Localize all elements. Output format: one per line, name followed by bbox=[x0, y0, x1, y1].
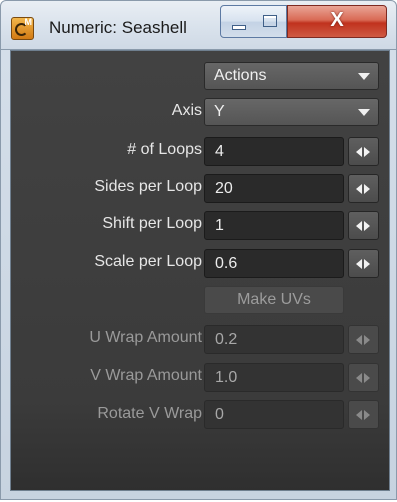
close-icon: X bbox=[330, 9, 344, 31]
app-icon-letter: M bbox=[24, 17, 33, 27]
v-wrap-label: V Wrap Amount bbox=[90, 367, 202, 384]
increment-arrow-icon bbox=[364, 184, 370, 194]
decrement-arrow-icon bbox=[356, 184, 362, 194]
increment-arrow-icon bbox=[364, 335, 370, 345]
loops-label: # of Loops bbox=[127, 141, 202, 158]
lightwave-modeler-icon[interactable]: M bbox=[11, 17, 34, 40]
maximize-button[interactable] bbox=[253, 5, 287, 38]
make-uvs-button[interactable]: Make UVs bbox=[204, 286, 344, 314]
window-title: Numeric: Seashell bbox=[49, 18, 187, 37]
loops-input[interactable]: 4 bbox=[204, 137, 344, 166]
scale-input[interactable]: 0.6 bbox=[204, 249, 344, 278]
v-wrap-stepper[interactable] bbox=[348, 363, 379, 392]
window-body: Actions Axis Y # of Loops 4 Sides per Lo… bbox=[0, 50, 397, 500]
loops-stepper[interactable] bbox=[348, 137, 379, 166]
u-wrap-stepper[interactable] bbox=[348, 325, 379, 354]
decrement-arrow-icon bbox=[356, 221, 362, 231]
rotate-v-value: 0 bbox=[215, 406, 224, 423]
actions-dropdown[interactable]: Actions bbox=[204, 62, 379, 90]
increment-arrow-icon bbox=[364, 147, 370, 157]
u-wrap-label: U Wrap Amount bbox=[89, 329, 202, 346]
rotate-v-stepper[interactable] bbox=[348, 400, 379, 429]
axis-value: Y bbox=[214, 103, 225, 120]
increment-arrow-icon bbox=[364, 221, 370, 231]
numeric-seashell-window: M Numeric: Seashell X Actions Axis Y # o… bbox=[0, 0, 397, 500]
axis-dropdown[interactable]: Y bbox=[204, 98, 379, 126]
sides-value: 20 bbox=[215, 180, 233, 197]
title-bar[interactable]: M Numeric: Seashell X bbox=[0, 0, 397, 50]
minimize-icon bbox=[232, 25, 246, 30]
axis-label: Axis bbox=[171, 102, 202, 119]
decrement-arrow-icon bbox=[356, 410, 362, 420]
minimize-button[interactable] bbox=[220, 5, 254, 38]
shift-input[interactable]: 1 bbox=[204, 211, 344, 240]
decrement-arrow-icon bbox=[356, 335, 362, 345]
decrement-arrow-icon bbox=[356, 259, 362, 269]
scale-stepper[interactable] bbox=[348, 249, 379, 278]
sides-stepper[interactable] bbox=[348, 174, 379, 203]
close-button[interactable]: X bbox=[287, 5, 387, 38]
scale-value: 0.6 bbox=[215, 255, 238, 272]
shift-stepper[interactable] bbox=[348, 211, 379, 240]
shift-label: Shift per Loop bbox=[102, 215, 202, 232]
decrement-arrow-icon bbox=[356, 373, 362, 383]
v-wrap-value: 1.0 bbox=[215, 369, 238, 386]
decrement-arrow-icon bbox=[356, 147, 362, 157]
actions-label: Actions bbox=[214, 67, 267, 84]
shift-value: 1 bbox=[215, 217, 224, 234]
rotate-v-input[interactable]: 0 bbox=[204, 400, 344, 429]
numeric-panel: Actions Axis Y # of Loops 4 Sides per Lo… bbox=[10, 50, 390, 491]
increment-arrow-icon bbox=[364, 259, 370, 269]
v-wrap-input[interactable]: 1.0 bbox=[204, 363, 344, 392]
rotate-v-label: Rotate V Wrap bbox=[97, 405, 202, 422]
increment-arrow-icon bbox=[364, 373, 370, 383]
sides-input[interactable]: 20 bbox=[204, 174, 344, 203]
loops-value: 4 bbox=[215, 143, 224, 160]
increment-arrow-icon bbox=[364, 410, 370, 420]
u-wrap-value: 0.2 bbox=[215, 331, 238, 348]
scale-label: Scale per Loop bbox=[94, 253, 202, 270]
maximize-icon bbox=[263, 15, 277, 27]
chevron-down-icon bbox=[358, 73, 370, 80]
sides-label: Sides per Loop bbox=[94, 178, 202, 195]
u-wrap-input[interactable]: 0.2 bbox=[204, 325, 344, 354]
chevron-down-icon bbox=[358, 109, 370, 116]
